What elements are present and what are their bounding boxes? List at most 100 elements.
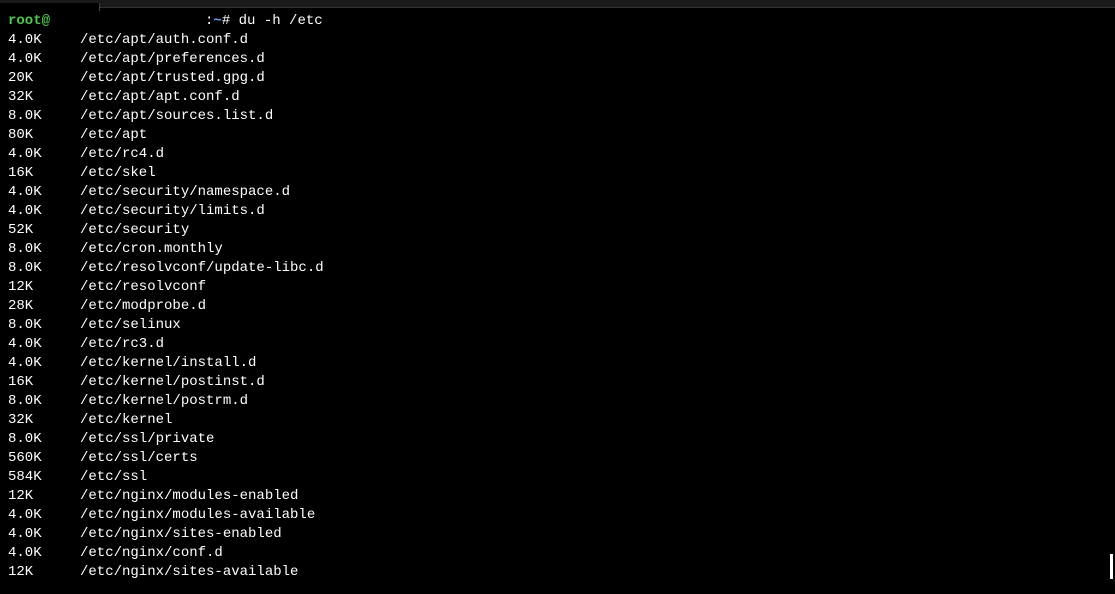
file-size: 16K xyxy=(8,373,80,392)
tab-bar xyxy=(0,0,1115,8)
file-path: /etc/kernel xyxy=(80,411,172,430)
file-path: /etc/rc4.d xyxy=(80,145,164,164)
file-path: /etc/nginx/modules-available xyxy=(80,506,315,525)
prompt-line: root@:~# du -h /etc xyxy=(8,12,1107,31)
file-path: /etc/ssl xyxy=(80,468,147,487)
prompt-host-redacted xyxy=(50,12,205,31)
file-size: 4.0K xyxy=(8,31,80,50)
file-size: 4.0K xyxy=(8,183,80,202)
file-path: /etc/nginx/sites-available xyxy=(80,563,298,582)
file-size: 20K xyxy=(8,69,80,88)
file-path: /etc/apt xyxy=(80,126,147,145)
file-path: /etc/apt/sources.list.d xyxy=(80,107,273,126)
file-path: /etc/ssl/certs xyxy=(80,449,198,468)
output-line: 4.0K/etc/rc3.d xyxy=(8,335,1107,354)
file-size: 80K xyxy=(8,126,80,145)
output-line: 8.0K/etc/selinux xyxy=(8,316,1107,335)
scrollbar-thumb[interactable] xyxy=(1110,554,1113,579)
output-line: 12K/etc/nginx/sites-available xyxy=(8,563,1107,582)
file-size: 4.0K xyxy=(8,354,80,373)
active-tab-indicator[interactable] xyxy=(0,3,100,11)
file-path: /etc/nginx/sites-enabled xyxy=(80,525,282,544)
output-line: 4.0K/etc/nginx/sites-enabled xyxy=(8,525,1107,544)
file-size: 4.0K xyxy=(8,525,80,544)
output-line: 4.0K/etc/nginx/modules-available xyxy=(8,506,1107,525)
file-path: /etc/modprobe.d xyxy=(80,297,206,316)
command-output: 4.0K/etc/apt/auth.conf.d4.0K/etc/apt/pre… xyxy=(8,31,1107,582)
file-size: 12K xyxy=(8,563,80,582)
output-line: 8.0K/etc/cron.monthly xyxy=(8,240,1107,259)
file-path: /etc/skel xyxy=(80,164,156,183)
file-path: /etc/resolvconf xyxy=(80,278,206,297)
file-size: 28K xyxy=(8,297,80,316)
output-line: 8.0K/etc/ssl/private xyxy=(8,430,1107,449)
file-path: /etc/selinux xyxy=(80,316,181,335)
output-line: 16K/etc/skel xyxy=(8,164,1107,183)
output-line: 12K/etc/resolvconf xyxy=(8,278,1107,297)
prompt-path: ~ xyxy=(213,12,221,31)
output-line: 32K/etc/kernel xyxy=(8,411,1107,430)
file-size: 32K xyxy=(8,411,80,430)
output-line: 560K/etc/ssl/certs xyxy=(8,449,1107,468)
output-line: 12K/etc/nginx/modules-enabled xyxy=(8,487,1107,506)
file-size: 8.0K xyxy=(8,107,80,126)
file-path: /etc/cron.monthly xyxy=(80,240,223,259)
file-path: /etc/nginx/conf.d xyxy=(80,544,223,563)
file-path: /etc/kernel/postinst.d xyxy=(80,373,265,392)
file-size: 4.0K xyxy=(8,50,80,69)
file-path: /etc/security/namespace.d xyxy=(80,183,290,202)
file-size: 560K xyxy=(8,449,80,468)
output-line: 8.0K/etc/kernel/postrm.d xyxy=(8,392,1107,411)
output-line: 8.0K/etc/resolvconf/update-libc.d xyxy=(8,259,1107,278)
file-size: 12K xyxy=(8,278,80,297)
file-path: /etc/resolvconf/update-libc.d xyxy=(80,259,324,278)
file-size: 52K xyxy=(8,221,80,240)
prompt-at: @ xyxy=(42,12,50,31)
output-line: 4.0K/etc/nginx/conf.d xyxy=(8,544,1107,563)
file-path: /etc/security/limits.d xyxy=(80,202,265,221)
prompt-user: root xyxy=(8,12,42,31)
output-line: 4.0K/etc/apt/preferences.d xyxy=(8,50,1107,69)
output-line: 8.0K/etc/apt/sources.list.d xyxy=(8,107,1107,126)
file-path: /etc/apt/preferences.d xyxy=(80,50,265,69)
file-size: 8.0K xyxy=(8,392,80,411)
command-text: du -h /etc xyxy=(239,12,323,31)
file-size: 4.0K xyxy=(8,544,80,563)
output-line: 4.0K/etc/security/limits.d xyxy=(8,202,1107,221)
file-path: /etc/security xyxy=(80,221,189,240)
file-size: 12K xyxy=(8,487,80,506)
output-line: 4.0K/etc/rc4.d xyxy=(8,145,1107,164)
file-size: 8.0K xyxy=(8,316,80,335)
file-size: 584K xyxy=(8,468,80,487)
file-path: /etc/kernel/postrm.d xyxy=(80,392,248,411)
file-path: /etc/rc3.d xyxy=(80,335,164,354)
output-line: 28K/etc/modprobe.d xyxy=(8,297,1107,316)
prompt-symbol: # xyxy=(222,12,239,31)
output-line: 16K/etc/kernel/postinst.d xyxy=(8,373,1107,392)
file-size: 32K xyxy=(8,88,80,107)
file-size: 4.0K xyxy=(8,335,80,354)
file-size: 4.0K xyxy=(8,202,80,221)
file-path: /etc/apt/auth.conf.d xyxy=(80,31,248,50)
output-line: 80K/etc/apt xyxy=(8,126,1107,145)
output-line: 584K/etc/ssl xyxy=(8,468,1107,487)
file-path: /etc/apt/apt.conf.d xyxy=(80,88,240,107)
file-size: 4.0K xyxy=(8,506,80,525)
prompt-separator: : xyxy=(205,12,213,31)
file-size: 8.0K xyxy=(8,259,80,278)
file-size: 4.0K xyxy=(8,145,80,164)
output-line: 4.0K/etc/kernel/install.d xyxy=(8,354,1107,373)
file-size: 8.0K xyxy=(8,240,80,259)
output-line: 20K/etc/apt/trusted.gpg.d xyxy=(8,69,1107,88)
terminal-pane[interactable]: root@:~# du -h /etc 4.0K/etc/apt/auth.co… xyxy=(0,8,1115,586)
file-path: /etc/ssl/private xyxy=(80,430,214,449)
output-line: 4.0K/etc/security/namespace.d xyxy=(8,183,1107,202)
output-line: 32K/etc/apt/apt.conf.d xyxy=(8,88,1107,107)
output-line: 4.0K/etc/apt/auth.conf.d xyxy=(8,31,1107,50)
file-path: /etc/nginx/modules-enabled xyxy=(80,487,298,506)
output-line: 52K/etc/security xyxy=(8,221,1107,240)
scrollbar[interactable] xyxy=(1103,10,1113,590)
file-size: 16K xyxy=(8,164,80,183)
file-path: /etc/kernel/install.d xyxy=(80,354,256,373)
file-size: 8.0K xyxy=(8,430,80,449)
